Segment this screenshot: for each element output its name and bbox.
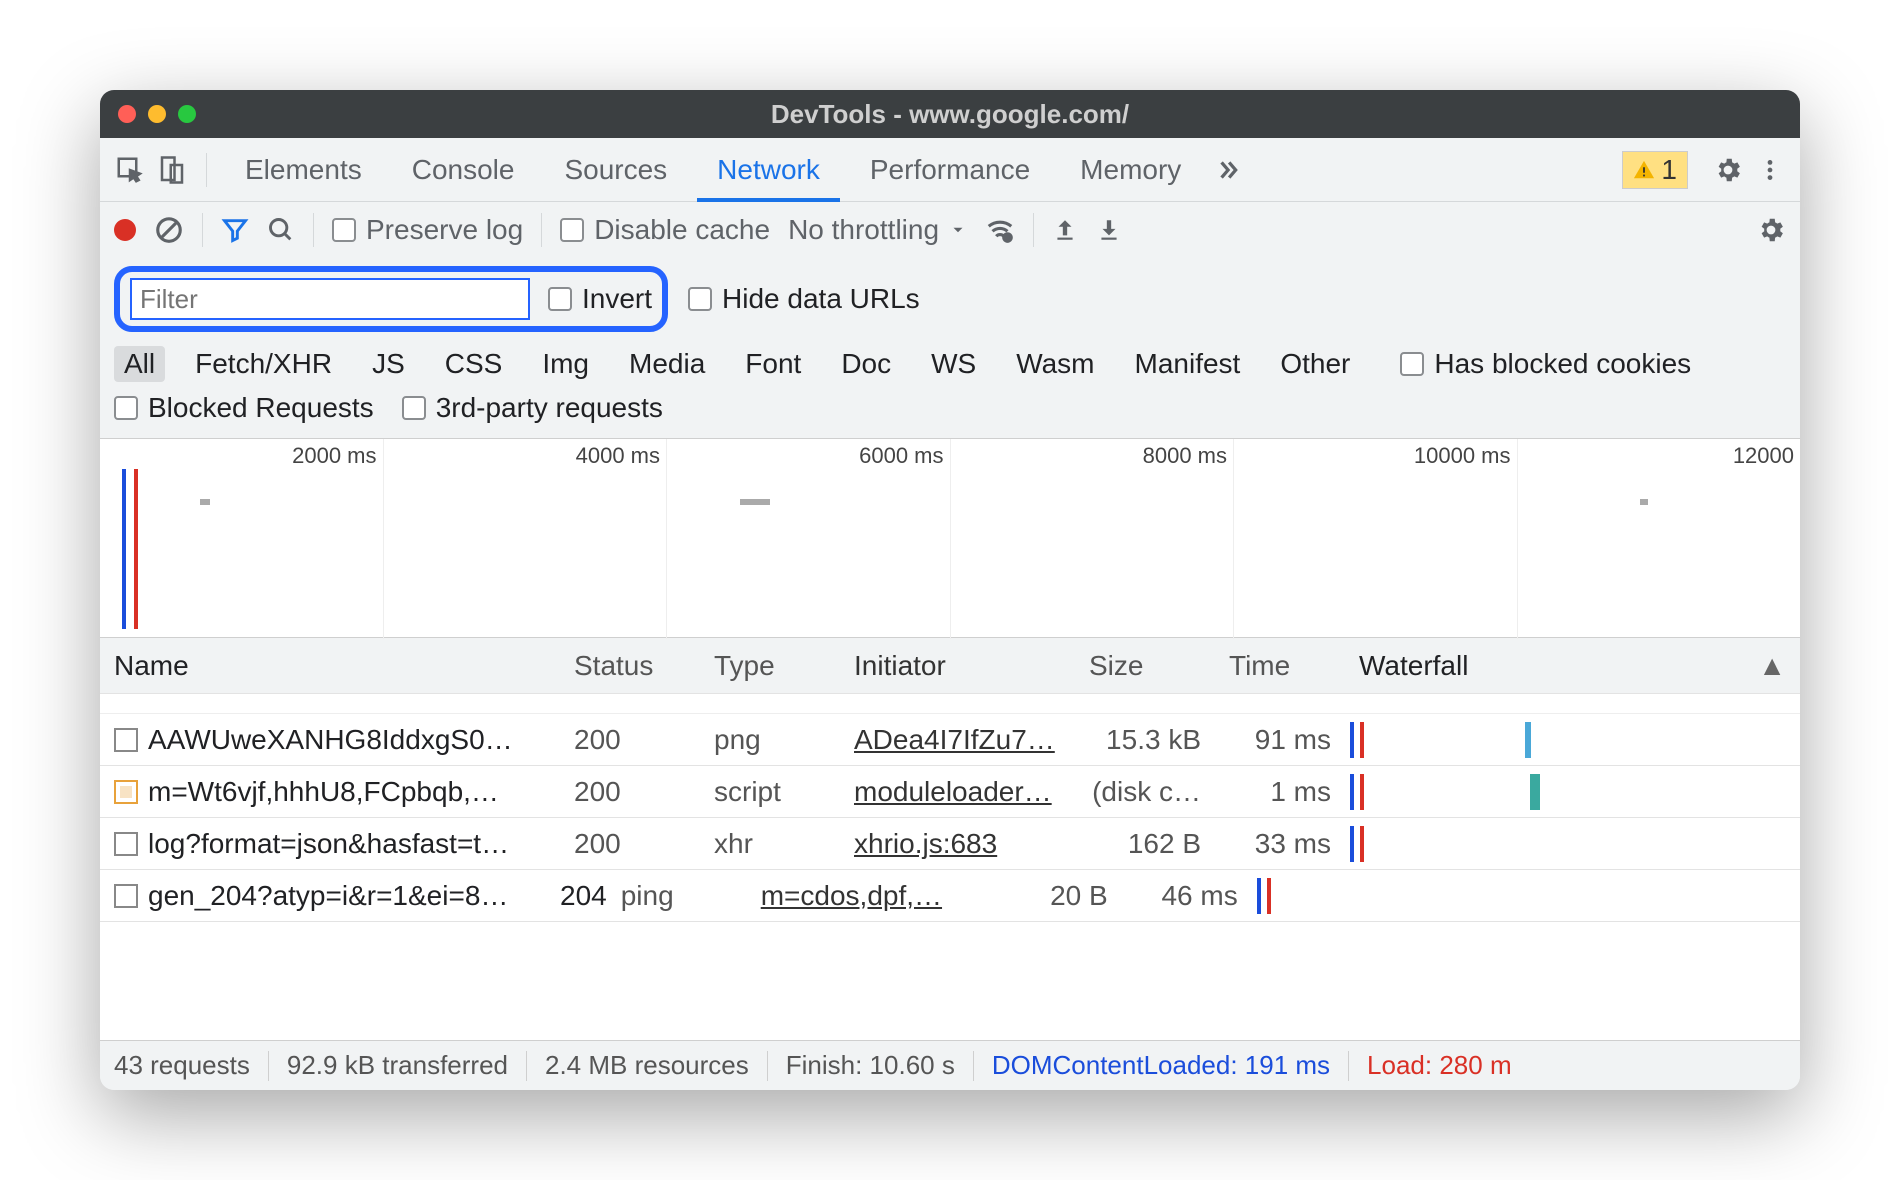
filter-input[interactable] (130, 278, 530, 320)
chevron-down-icon (949, 221, 967, 239)
file-icon (114, 780, 138, 804)
col-time[interactable]: Time (1215, 650, 1345, 682)
hide-data-urls-checkbox[interactable]: Hide data URLs (688, 283, 920, 315)
filter-fetch[interactable]: Fetch/XHR (185, 346, 342, 382)
status-finish: Finish: 10.60 s (786, 1050, 955, 1081)
throttling-select[interactable]: No throttling (788, 214, 967, 246)
filter-icon[interactable] (221, 216, 249, 244)
has-blocked-cookies-checkbox[interactable]: Has blocked cookies (1400, 348, 1691, 380)
settings-icon[interactable] (1712, 154, 1744, 186)
filter-bar: Invert Hide data URLs (100, 258, 1800, 342)
status-dcl: DOMContentLoaded: 191 ms (992, 1050, 1330, 1081)
filter-font[interactable]: Font (735, 346, 811, 382)
tick-label: 10000 ms (1234, 439, 1518, 639)
status-resources: 2.4 MB resources (545, 1050, 749, 1081)
panel-settings-icon[interactable] (1756, 215, 1786, 245)
filter-highlight: Invert (114, 266, 668, 332)
status-bar: 43 requests 92.9 kB transferred 2.4 MB r… (100, 1040, 1800, 1090)
download-har-icon[interactable] (1096, 217, 1122, 243)
status-transferred: 92.9 kB transferred (287, 1050, 508, 1081)
table-row[interactable]: AAWUweXANHG8IddxgS0… 200 png ADea4I7IfZu… (100, 714, 1800, 766)
filter-media[interactable]: Media (619, 346, 715, 382)
table-header: Name Status Type Initiator Size Time Wat… (100, 638, 1800, 694)
col-size[interactable]: Size (1075, 650, 1215, 682)
search-icon[interactable] (267, 216, 295, 244)
tick-label: 12000 (1518, 439, 1801, 639)
tab-elements[interactable]: Elements (225, 138, 382, 202)
blocked-requests-checkbox[interactable]: Blocked Requests (114, 392, 374, 424)
top-tabbar: Elements Console Sources Network Perform… (100, 138, 1800, 202)
tab-console[interactable]: Console (392, 138, 535, 202)
tick-label: 6000 ms (667, 439, 951, 639)
table-row[interactable]: m=Wt6vjf,hhhU8,FCpbqb,… 200 script modul… (100, 766, 1800, 818)
tick-label: 8000 ms (951, 439, 1235, 639)
inspect-icon[interactable] (114, 154, 146, 186)
sort-indicator-icon: ▲ (1758, 650, 1786, 682)
file-icon (114, 728, 138, 752)
table-row[interactable]: gen_204?atyp=i&r=1&ei=8… 204 ping m=cdos… (100, 870, 1800, 922)
status-requests: 43 requests (114, 1050, 250, 1081)
col-status[interactable]: Status (560, 650, 700, 682)
table-row[interactable]: log?format=json&hasfast=t… 200 xhr xhrio… (100, 818, 1800, 870)
tick-label: 4000 ms (384, 439, 668, 639)
filter-other[interactable]: Other (1270, 346, 1360, 382)
tab-sources[interactable]: Sources (544, 138, 687, 202)
warnings-badge[interactable]: 1 (1622, 151, 1688, 189)
warnings-count: 1 (1661, 154, 1677, 186)
filter-css[interactable]: CSS (435, 346, 513, 382)
status-load: Load: 280 m (1367, 1050, 1512, 1081)
col-name[interactable]: Name (100, 650, 560, 682)
requests-table: Name Status Type Initiator Size Time Wat… (100, 638, 1800, 1040)
filter-js[interactable]: JS (362, 346, 415, 382)
filter-img[interactable]: Img (532, 346, 599, 382)
col-initiator[interactable]: Initiator (840, 650, 1075, 682)
third-party-checkbox[interactable]: 3rd-party requests (402, 392, 663, 424)
overview-timeline[interactable]: 2000 ms 4000 ms 6000 ms 8000 ms 10000 ms… (100, 438, 1800, 638)
col-waterfall[interactable]: Waterfall▲ (1345, 638, 1800, 693)
col-type[interactable]: Type (700, 650, 840, 682)
invert-checkbox[interactable]: Invert (548, 283, 652, 315)
filter-ws[interactable]: WS (921, 346, 986, 382)
clear-icon[interactable] (154, 215, 184, 245)
upload-har-icon[interactable] (1052, 217, 1078, 243)
filter-manifest[interactable]: Manifest (1125, 346, 1251, 382)
type-filters: All Fetch/XHR JS CSS Img Media Font Doc … (100, 342, 1800, 392)
preserve-log-checkbox[interactable]: Preserve log (332, 214, 523, 246)
extra-filters: Blocked Requests 3rd-party requests (100, 392, 1800, 438)
devtools-window: DevTools - www.google.com/ Elements Cons… (100, 90, 1800, 1090)
titlebar: DevTools - www.google.com/ (100, 90, 1800, 138)
tick-label: 2000 ms (100, 439, 384, 639)
disable-cache-checkbox[interactable]: Disable cache (560, 214, 770, 246)
tab-performance[interactable]: Performance (850, 138, 1050, 202)
network-conditions-icon[interactable] (985, 215, 1015, 245)
filter-wasm[interactable]: Wasm (1006, 346, 1104, 382)
device-toggle-icon[interactable] (156, 154, 188, 186)
kebab-menu-icon[interactable] (1754, 154, 1786, 186)
tab-network[interactable]: Network (697, 138, 840, 202)
record-icon[interactable] (114, 219, 136, 241)
filter-all[interactable]: All (114, 346, 165, 382)
network-toolbar: Preserve log Disable cache No throttling (100, 202, 1800, 258)
window-title: DevTools - www.google.com/ (100, 99, 1800, 130)
tab-memory[interactable]: Memory (1060, 138, 1201, 202)
more-tabs-icon[interactable] (1211, 154, 1243, 186)
filter-doc[interactable]: Doc (831, 346, 901, 382)
file-icon (114, 884, 138, 908)
file-icon (114, 832, 138, 856)
